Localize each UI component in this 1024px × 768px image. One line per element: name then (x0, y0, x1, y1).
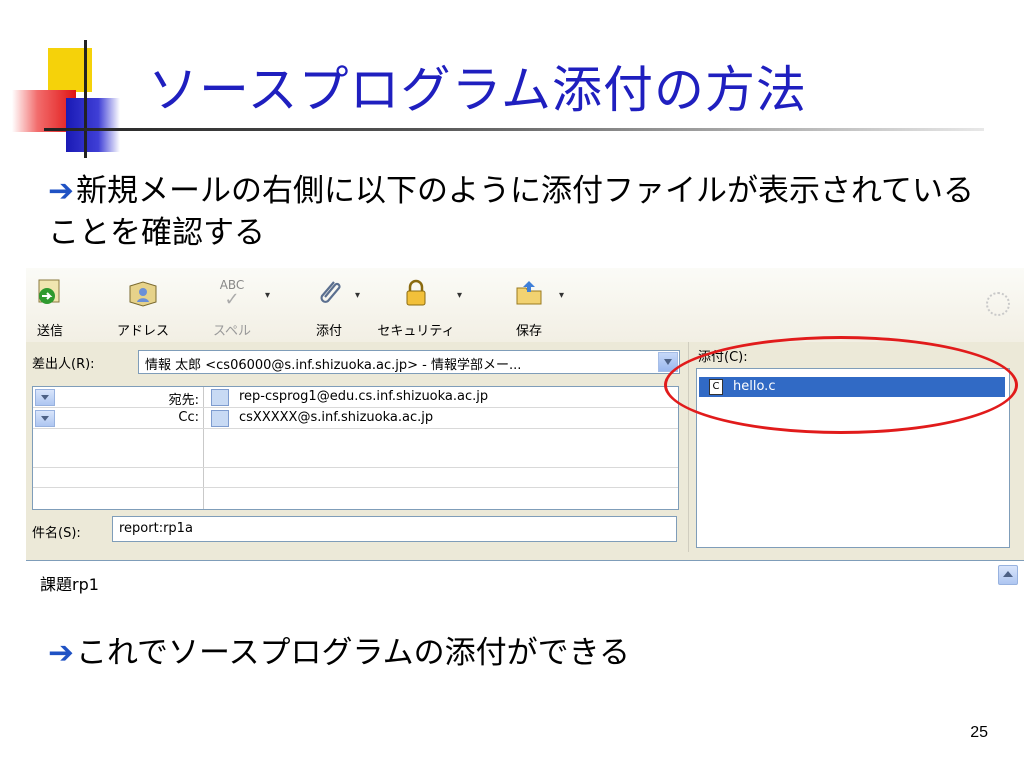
attach-label: 添付 (315, 324, 342, 339)
bullet-text-1: 新規メールの右側に以下のように添付ファイルが表示されていることを確認する (48, 173, 975, 251)
recipient-row-to[interactable]: 宛先: rep-csprog1@edu.cs.inf.shizuoka.ac.j… (33, 387, 678, 408)
arrow-bullet-icon: ➔ (48, 173, 74, 209)
address-book-icon (129, 281, 157, 307)
spell-label: スペル (212, 324, 252, 339)
recipient-address[interactable]: csXXXXX@s.inf.shizuoka.ac.jp (239, 410, 433, 425)
spell-button[interactable]: ABC ✓ スペル ▾ (202, 272, 270, 340)
attach-dropdown-icon[interactable]: ▾ (355, 290, 360, 301)
send-icon (38, 279, 60, 304)
arrow-bullet-icon: ➔ (48, 635, 74, 671)
subject-input[interactable]: report:rp1a (112, 516, 677, 542)
paperclip-icon (320, 281, 341, 303)
recipient-type-label: 宛先: (168, 393, 199, 408)
checkmark-icon: ✓ (224, 289, 240, 310)
contact-card-icon (211, 389, 229, 406)
send-button[interactable]: 送信 (28, 272, 72, 340)
security-label: セキュリティ (377, 324, 455, 339)
save-dropdown-icon[interactable]: ▾ (559, 290, 564, 301)
recipient-row-cc[interactable]: Cc: csXXXXX@s.inf.shizuoka.ac.jp (33, 408, 678, 429)
save-button[interactable]: 保存 ▾ (504, 272, 564, 340)
chevron-down-icon[interactable] (35, 410, 55, 427)
save-label: 保存 (515, 324, 542, 339)
message-body-text: 課題rp1 (40, 575, 99, 594)
security-button[interactable]: セキュリティ ▾ (376, 272, 462, 340)
recipient-type-select[interactable]: 宛先: (33, 387, 204, 408)
page-number: 25 (970, 724, 988, 741)
recipient-row-empty[interactable] (33, 468, 678, 488)
activity-spinner-icon (986, 292, 1010, 316)
bullet-text-2: これでソースプログラムの添付ができる (75, 635, 630, 671)
slide-title: ソースプログラム添付の方法 (148, 61, 807, 119)
recipients-list: 宛先: rep-csprog1@edu.cs.inf.shizuoka.ac.j… (32, 386, 679, 510)
chevron-down-icon[interactable] (35, 389, 55, 406)
subject-row: 件名(S): report:rp1a (26, 516, 681, 542)
subject-value: report:rp1a (119, 521, 193, 536)
from-label: 差出人(R): (32, 357, 95, 372)
spell-dropdown-icon[interactable]: ▾ (265, 290, 270, 301)
address-button[interactable]: アドレス (108, 272, 178, 340)
toolbar: 送信 アドレス ABC ✓ スペル ▾ 添付 ▾ セキュリティ ▾ 保存 ▾ (26, 268, 1024, 342)
message-body[interactable]: 課題rp1 (26, 560, 1024, 594)
from-value: 情報 太郎 <cs06000@s.inf.shizuoka.ac.jp> - 情… (145, 358, 522, 373)
attachment-highlight-ellipse (664, 336, 1018, 434)
from-row: 差出人(R): 情報 太郎 <cs06000@s.inf.shizuoka.ac… (26, 348, 681, 374)
recipient-type-label: Cc: (178, 410, 199, 425)
contact-card-icon (211, 410, 229, 427)
recipient-type-select[interactable]: Cc: (33, 408, 204, 428)
send-label: 送信 (36, 324, 63, 339)
security-dropdown-icon[interactable]: ▾ (457, 290, 462, 301)
spellcheck-icon: ABC ✓ (217, 278, 247, 310)
from-select[interactable]: 情報 太郎 <cs06000@s.inf.shizuoka.ac.jp> - 情… (138, 350, 680, 374)
lock-icon (406, 279, 426, 306)
save-folder-icon (516, 281, 542, 305)
subject-label: 件名(S): (32, 526, 81, 541)
attach-button[interactable]: 添付 ▾ (304, 272, 360, 340)
deco-vertical-line (84, 40, 87, 158)
deco-blue-square (66, 98, 120, 152)
recipient-row-empty[interactable] (33, 429, 678, 468)
bullet-conclusion: ➔これでソースプログラムの添付ができる (48, 632, 630, 674)
deco-title-underline (44, 128, 984, 131)
bullet-instruction: ➔新規メールの右側に以下のように添付ファイルが表示されていることを確認する (48, 170, 988, 254)
address-label: アドレス (116, 324, 169, 339)
scroll-up-button[interactable] (998, 565, 1018, 585)
recipient-address[interactable]: rep-csprog1@edu.cs.inf.shizuoka.ac.jp (239, 389, 488, 404)
